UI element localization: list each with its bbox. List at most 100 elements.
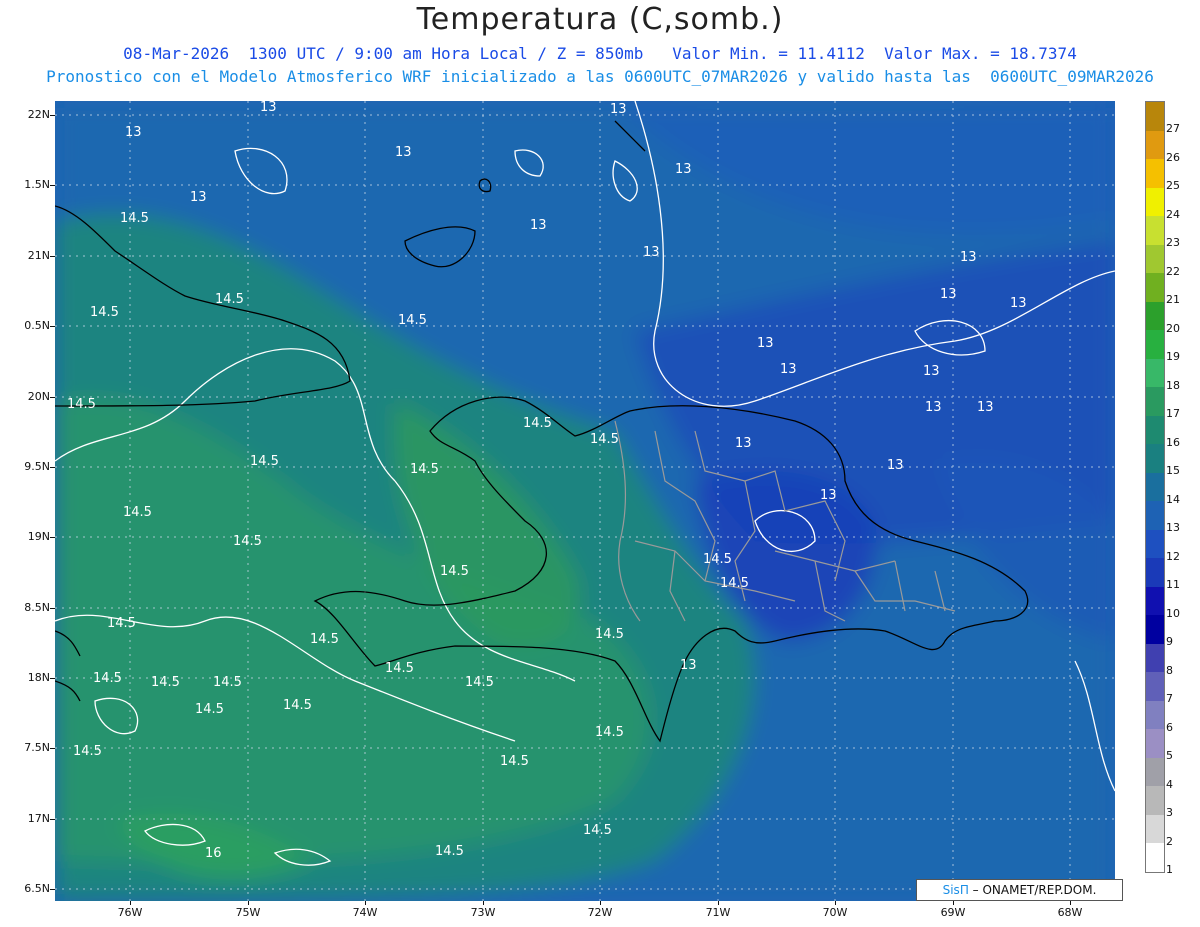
contour-label: 14.5 [465, 675, 494, 690]
contour-label: 14.5 [590, 432, 619, 447]
colorbar-label: 20 [1166, 321, 1180, 335]
colorbar-swatch [1146, 387, 1164, 416]
lat-label: 17N [27, 812, 50, 825]
colorbar-swatch [1146, 102, 1164, 131]
temperature-map: 13 13 13 13 13 13 13 13 13 13 13 13 13 1… [55, 101, 1115, 901]
contour-label: 14.5 [500, 754, 529, 769]
brand-logo: SisΠ [942, 883, 969, 897]
contour-label: 13 [780, 362, 797, 377]
contour-label: 13 [887, 458, 904, 473]
contour-label: 13 [260, 101, 277, 115]
credit-box: SisΠ – ONAMET/REP.DOM. [916, 879, 1123, 901]
contour-label: 13 [735, 436, 752, 451]
lon-label: 74W [352, 906, 378, 919]
lon-tick [953, 901, 954, 905]
colorbar-label: 12 [1166, 549, 1180, 563]
colorbar-swatch [1146, 444, 1164, 473]
lat-tick [50, 397, 55, 398]
colorbar-swatch [1146, 415, 1164, 444]
lat-label: 22N [27, 108, 50, 121]
contour-label: 13 [960, 250, 977, 265]
lon-label: 73W [470, 906, 496, 919]
colorbar-label: 9 [1166, 635, 1173, 648]
lat-label: 6.5N [24, 882, 50, 895]
colorbar-label: 2 [1166, 834, 1173, 848]
lon-tick [483, 901, 484, 905]
lat-label: 20N [27, 390, 50, 403]
contour-label: 14.5 [90, 305, 119, 320]
colorbar-label: 3 [1166, 806, 1173, 819]
colorbar-label: 10 [1166, 606, 1180, 620]
lat-tick [50, 115, 55, 116]
contour-label: 13 [530, 218, 547, 233]
contour-label: 14.5 [703, 552, 732, 567]
colorbar-label: 8 [1166, 663, 1173, 677]
colorbar-label: 19 [1166, 350, 1180, 363]
colorbar-label: 16 [1166, 435, 1180, 449]
lat-label: 9.5N [24, 460, 50, 473]
contour-label: 14.5 [195, 702, 224, 717]
lon-tick [130, 901, 131, 905]
contour-label: 14.5 [73, 744, 102, 759]
colorbar-swatch [1146, 472, 1164, 501]
colorbar-swatch [1146, 301, 1164, 330]
contour-label: 14.5 [720, 576, 749, 591]
colorbar-swatch [1146, 501, 1164, 530]
lat-label: 1.5N [24, 178, 50, 191]
contour-label: 14.5 [410, 462, 439, 477]
contour-label: 14.5 [523, 416, 552, 431]
lat-label: 0.5N [24, 319, 50, 332]
contour-label: 14.5 [595, 725, 624, 740]
contour-label: 14.5 [310, 632, 339, 647]
colorbar-legend [1145, 101, 1165, 873]
contour-label: 14.5 [93, 671, 122, 686]
lat-label: 21N [27, 249, 50, 262]
contour-label: 14.5 [435, 844, 464, 859]
map-canvas: 13 13 13 13 13 13 13 13 13 13 13 13 13 1… [55, 101, 1115, 901]
lon-label: 75W [235, 906, 261, 919]
contour-label: 14.5 [67, 397, 96, 412]
lat-tick [50, 467, 55, 468]
colorbar-swatch [1146, 786, 1164, 815]
colorbar-swatch [1146, 672, 1164, 701]
lat-tick [50, 678, 55, 679]
lat-tick [50, 326, 55, 327]
contour-label: 14.5 [233, 534, 262, 549]
colorbar-swatch [1146, 529, 1164, 558]
lat-label: 18N [27, 671, 50, 684]
colorbar-label: 18 [1166, 378, 1180, 392]
contour-label: 14.5 [123, 505, 152, 520]
contour-label: 14.5 [213, 675, 242, 690]
colorbar-label: 24 [1166, 207, 1180, 221]
contour-label: 14.5 [250, 454, 279, 469]
colorbar-label: 23 [1166, 236, 1180, 249]
contour-label: 16 [205, 846, 222, 861]
contour-label: 13 [643, 245, 660, 260]
contour-label: 14.5 [120, 211, 149, 226]
colorbar-label: 26 [1166, 150, 1180, 164]
colorbar-swatch [1146, 244, 1164, 273]
credit-text: – ONAMET/REP.DOM. [972, 883, 1097, 897]
contour-label: 13 [675, 162, 692, 177]
contour-label: 13 [395, 145, 412, 160]
contour-label: 13 [820, 488, 837, 503]
contour-label: 14.5 [595, 627, 624, 642]
lat-tick [50, 608, 55, 609]
lon-label: 70W [822, 906, 848, 919]
colorbar-label: 13 [1166, 521, 1180, 534]
colorbar-swatch [1146, 729, 1164, 758]
contour-label: 13 [757, 336, 774, 351]
contour-label: 14.5 [151, 675, 180, 690]
contour-label: 13 [925, 400, 942, 415]
colorbar-swatch [1146, 558, 1164, 587]
colorbar-swatch [1146, 843, 1164, 872]
contour-label: 14.5 [215, 292, 244, 307]
lon-label: 71W [705, 906, 731, 919]
colorbar-swatch [1146, 216, 1164, 245]
subtitle-model-run: Pronostico con el Modelo Atmosferico WRF… [46, 67, 1154, 86]
contour-label: 14.5 [583, 823, 612, 838]
colorbar-swatch [1146, 330, 1164, 359]
lat-tick [50, 889, 55, 890]
colorbar-swatch [1146, 586, 1164, 615]
colorbar-label: 1 [1166, 863, 1173, 876]
